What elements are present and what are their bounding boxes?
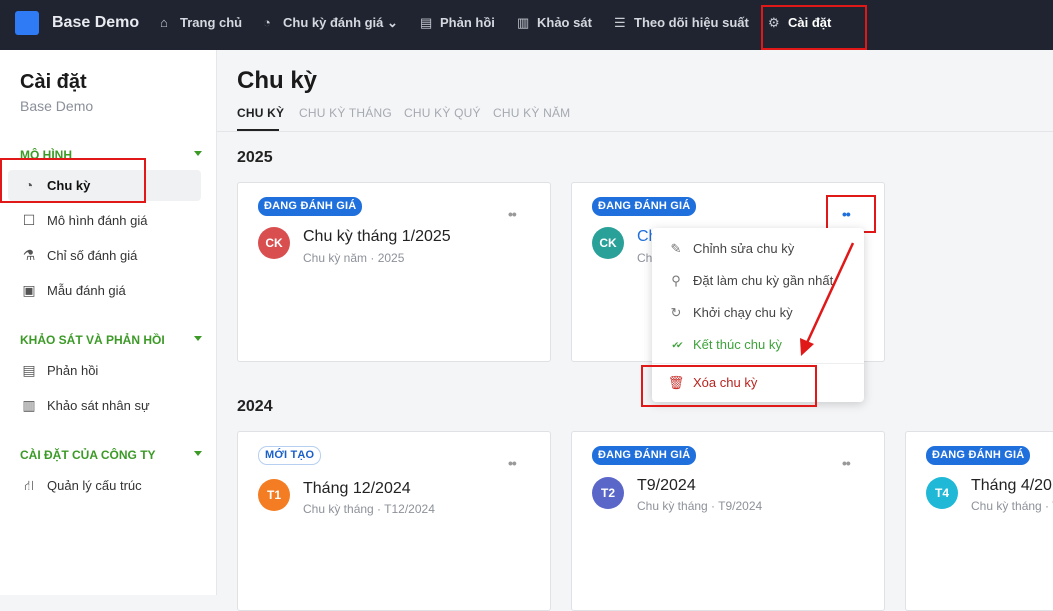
annotation-arrow: [800, 242, 855, 356]
